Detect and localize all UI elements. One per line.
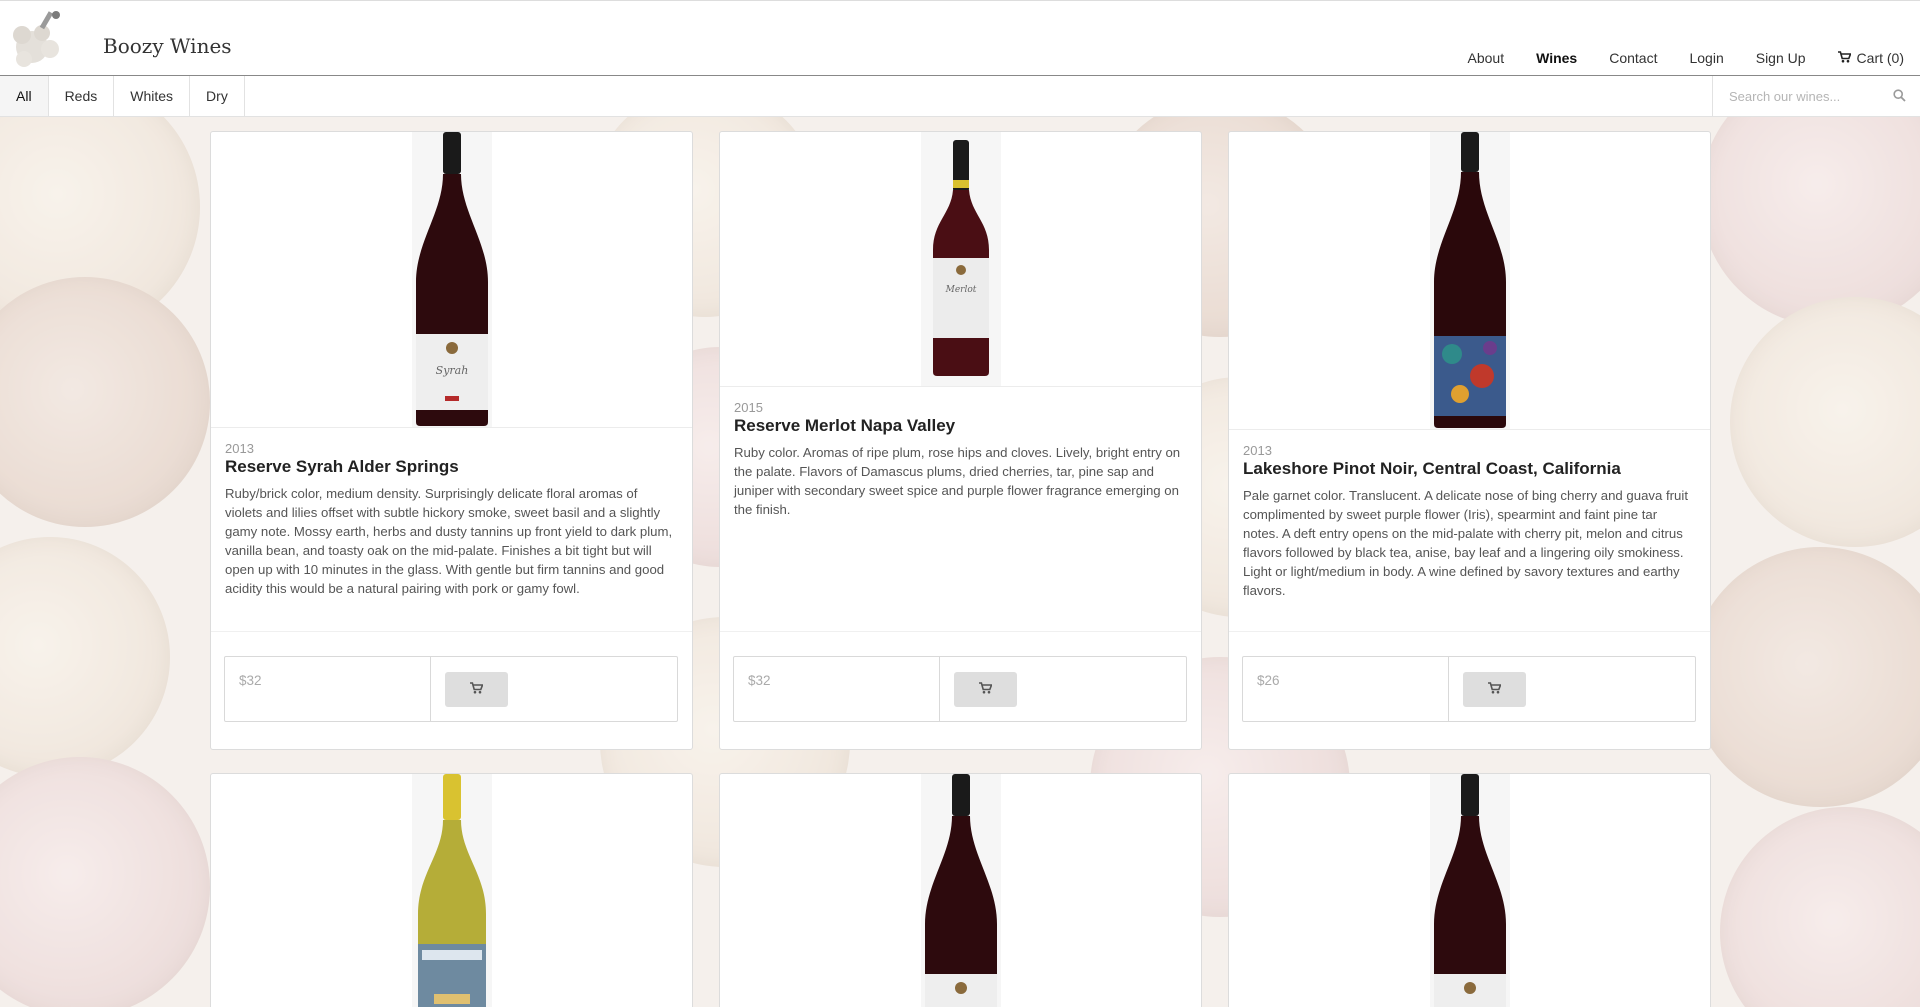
search-input[interactable]	[1713, 88, 1883, 104]
buy-box: $26	[1242, 656, 1696, 722]
wine-name[interactable]: Lakeshore Pinot Noir, Central Coast, Cal…	[1243, 458, 1696, 480]
search-box	[1712, 76, 1920, 116]
tab-whites[interactable]: Whites	[114, 76, 191, 116]
buy-box: $32	[733, 656, 1187, 722]
site-header: Boozy Wines About Wines Contact Login Si…	[0, 0, 1920, 78]
nav-cart[interactable]: Cart (0)	[1822, 1, 1920, 77]
nav-about[interactable]: About	[1452, 1, 1521, 77]
tab-dry[interactable]: Dry	[190, 76, 245, 116]
wine-description: Pale garnet color. Translucent. A delica…	[1243, 488, 1688, 598]
tab-all[interactable]: All	[0, 76, 49, 116]
main-nav: About Wines Contact Login Sign Up Cart (…	[1452, 1, 1920, 78]
add-to-cart-button[interactable]	[954, 672, 1017, 707]
wine-card: Merlot 2015 Reserve Merlot Napa Valley R…	[719, 131, 1202, 750]
magnifier-icon[interactable]	[1893, 89, 1906, 107]
wine-card: Syrah 2013 Reserve Syrah Alder Springs R…	[210, 131, 693, 750]
nav-wines[interactable]: Wines	[1520, 1, 1594, 78]
wine-price: $32	[225, 657, 431, 721]
grape-mascot-logo[interactable]	[4, 5, 74, 73]
tab-reds[interactable]: Reds	[49, 76, 115, 116]
svg-text:Merlot: Merlot	[944, 285, 976, 295]
red-wine-bottle-image	[1433, 774, 1506, 1007]
wine-image[interactable]	[1229, 774, 1710, 1007]
white-wine-bottle-image	[417, 774, 486, 1007]
red-wine-bottle-image	[924, 774, 997, 1007]
syrah-bottle-image: Syrah	[415, 132, 488, 426]
cart-label: Cart (0)	[1856, 50, 1904, 66]
wine-image[interactable]	[1229, 132, 1710, 430]
card-footer: $26	[1229, 631, 1710, 749]
merlot-bottle-image: Merlot	[932, 140, 989, 376]
wine-card	[1228, 773, 1711, 1007]
wine-price: $32	[734, 657, 940, 721]
brand-name[interactable]: Boozy Wines	[103, 34, 232, 58]
svg-text:Syrah: Syrah	[435, 364, 468, 377]
add-to-cart-button[interactable]	[1463, 672, 1526, 707]
card-footer: $32	[720, 631, 1201, 749]
wine-image[interactable]: Syrah	[211, 132, 692, 428]
wine-price: $26	[1243, 657, 1449, 721]
add-to-cart-button[interactable]	[445, 672, 508, 707]
wine-vintage: 2013	[1243, 443, 1272, 458]
buy-box: $32	[224, 656, 678, 722]
shopping-cart-icon	[979, 681, 993, 699]
nav-signup[interactable]: Sign Up	[1740, 1, 1822, 77]
wine-image[interactable]	[720, 774, 1201, 1007]
wine-image[interactable]: Merlot	[720, 132, 1201, 387]
shopping-cart-icon	[1837, 50, 1852, 66]
wine-description: Ruby color. Aromas of ripe plum, rose hi…	[734, 445, 1181, 517]
wine-image[interactable]	[211, 774, 692, 1007]
shopping-cart-icon	[470, 681, 484, 699]
nav-contact[interactable]: Contact	[1593, 1, 1673, 77]
wine-name[interactable]: Reserve Merlot Napa Valley	[734, 415, 1187, 437]
wine-card	[210, 773, 693, 1007]
wine-vintage: 2015	[734, 400, 763, 415]
wine-card: 2013 Lakeshore Pinot Noir, Central Coast…	[1228, 131, 1711, 750]
filter-bar: All Reds Whites Dry	[0, 76, 1920, 117]
wine-description: Ruby/brick color, medium density. Surpri…	[225, 486, 673, 596]
nav-login[interactable]: Login	[1673, 1, 1739, 77]
shopping-cart-icon	[1488, 681, 1502, 699]
wine-name[interactable]: Reserve Syrah Alder Springs	[225, 456, 678, 478]
wine-vintage: 2013	[225, 441, 254, 456]
wine-card	[719, 773, 1202, 1007]
card-footer: $32	[211, 631, 692, 749]
pinot-noir-bottle-image	[1433, 132, 1506, 428]
